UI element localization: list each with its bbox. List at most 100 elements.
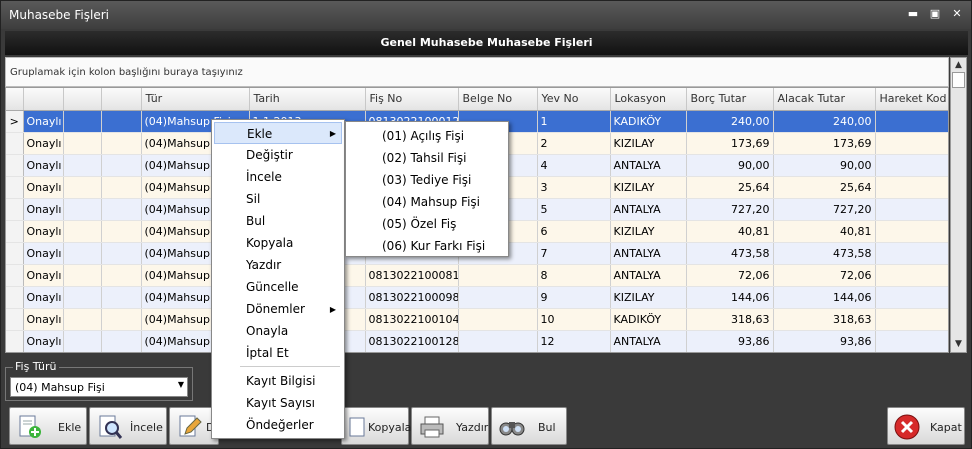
cell-empty[interactable] <box>63 242 102 265</box>
cell-ind[interactable] <box>6 264 24 287</box>
submenu-item[interactable]: (03) Tediye Fişi <box>348 169 506 191</box>
submenu-item[interactable]: (06) Kur Farkı Fişi <box>348 235 506 257</box>
context-menu-item[interactable]: Yazdır <box>214 254 342 276</box>
cell-alacak[interactable]: 318,63 <box>773 308 876 331</box>
column-header-0[interactable] <box>6 88 24 111</box>
cell-ind[interactable] <box>6 330 24 352</box>
table-row[interactable]: Onaylı (04)Mahsup Fi 0813022100081 8 ANTALYA… <box>6 264 948 287</box>
context-menu-item[interactable]: Kopyala <box>214 232 342 254</box>
cell-yev[interactable]: 1 <box>537 110 611 133</box>
column-header-5[interactable]: Tarih <box>249 88 366 111</box>
column-header-2[interactable] <box>63 88 102 111</box>
column-header-8[interactable]: Yev No <box>537 88 611 111</box>
cell-ind[interactable] <box>6 308 24 331</box>
cell-fisno[interactable]: 0813022100111 <box>365 352 458 353</box>
cell-empty[interactable] <box>875 242 948 265</box>
cell-status[interactable]: Onaylı <box>23 132 64 155</box>
cell-empty[interactable] <box>875 110 948 133</box>
cell-lok[interactable]: KADIKÖY <box>610 308 687 331</box>
cell-fisno[interactable]: 0813022100098 <box>365 286 459 309</box>
context-menu-item[interactable]: İptal Et <box>214 342 342 364</box>
cell-empty[interactable] <box>101 110 142 133</box>
cell-yev[interactable]: 4 <box>537 154 611 177</box>
column-header-7[interactable]: Belge No <box>458 88 538 111</box>
cell-status[interactable]: Onaylı <box>23 352 63 353</box>
cell-borc[interactable]: 173,69 <box>686 132 774 155</box>
cell-empty[interactable] <box>875 220 948 243</box>
ekle-button[interactable]: Ekle <box>9 407 87 445</box>
cell-alacak[interactable]: 40,81 <box>773 220 876 243</box>
cell-belge[interactable] <box>458 330 538 352</box>
context-menu-item[interactable]: Güncelle <box>214 276 342 298</box>
column-header-1[interactable] <box>23 88 64 111</box>
column-header-3[interactable] <box>101 88 142 111</box>
cell-alacak[interactable]: 727,20 <box>773 198 876 221</box>
cell-empty[interactable] <box>63 286 102 309</box>
incele-button[interactable]: İncele <box>89 407 167 445</box>
cell-empty[interactable] <box>63 308 102 331</box>
cell-alacak[interactable]: 240,00 <box>773 110 876 133</box>
cell-alacak[interactable]: 93,86 <box>773 330 876 352</box>
cell-alacak[interactable]: 25,64 <box>773 176 876 199</box>
cell-ind[interactable] <box>6 242 24 265</box>
cell-borc[interactable]: 929,07 <box>686 352 773 353</box>
cell-empty[interactable] <box>63 264 102 287</box>
cell-empty[interactable] <box>101 330 142 352</box>
cell-empty[interactable] <box>101 198 142 221</box>
cell-alacak[interactable]: 90,00 <box>773 154 876 177</box>
submenu-item[interactable]: (04) Mahsup Fişi <box>348 191 506 213</box>
cell-fisno[interactable]: 0813022100128 <box>365 330 459 352</box>
cell-ind[interactable] <box>6 198 24 221</box>
table-row[interactable]: Onaylı (04)Mahsup Fi 0813022100098 9 KIZILAY… <box>6 286 948 309</box>
column-header-12[interactable]: Hareket Kod <box>875 88 948 111</box>
context-menu-item[interactable]: Sil <box>214 188 342 210</box>
cell-lok[interactable]: ANTALYA <box>610 154 687 177</box>
minimize-icon[interactable]: ▬ <box>905 7 921 21</box>
cell-fisno[interactable]: 0813022100104 <box>365 308 459 331</box>
cell-belge[interactable] <box>458 264 538 287</box>
kapat-button[interactable]: Kapat <box>887 407 965 445</box>
cell-ind[interactable] <box>6 220 24 243</box>
cell-empty[interactable] <box>875 198 948 221</box>
cell-empty[interactable] <box>63 220 102 243</box>
cell-status[interactable]: Onaylı <box>23 198 64 221</box>
fis-turu-select[interactable]: (04) Mahsup Fişi ▼ <box>10 377 188 397</box>
cell-borc[interactable]: 25,64 <box>686 176 774 199</box>
cell-status[interactable]: Onaylı <box>23 330 64 352</box>
cell-belge[interactable] <box>458 352 537 353</box>
cell-borc[interactable]: 727,20 <box>686 198 774 221</box>
cell-empty[interactable] <box>101 176 142 199</box>
cell-borc[interactable]: 473,58 <box>686 242 774 265</box>
cell-yev[interactable]: 7 <box>537 242 611 265</box>
context-menu-item[interactable]: Değiştir <box>214 144 342 166</box>
context-menu-item[interactable]: Kayıt Bilgisi <box>214 370 342 392</box>
cell-ind[interactable] <box>6 286 24 309</box>
cell-yev[interactable]: 8 <box>537 264 611 287</box>
cell-alacak[interactable]: 72,06 <box>773 264 876 287</box>
cell-yev[interactable]: 12 <box>537 330 611 352</box>
cell-empty[interactable] <box>101 220 142 243</box>
cell-alacak[interactable]: 473,58 <box>773 242 876 265</box>
cell-yev[interactable]: 6 <box>537 220 611 243</box>
column-header-4[interactable]: Tür <box>141 88 250 111</box>
cell-lok[interactable]: KIZILAY <box>610 352 686 353</box>
cell-yev[interactable]: 2 <box>537 132 611 155</box>
cell-empty[interactable] <box>875 264 948 287</box>
cell-empty[interactable] <box>63 352 101 353</box>
column-header-6[interactable]: Fiş No <box>365 88 459 111</box>
cell-lok[interactable]: KIZILAY <box>610 176 687 199</box>
scroll-thumb[interactable] <box>952 72 965 88</box>
cell-empty[interactable] <box>63 110 102 133</box>
maximize-icon[interactable]: ▣ <box>927 7 943 21</box>
cell-borc[interactable]: 40,81 <box>686 220 774 243</box>
chevron-down-icon[interactable]: ▼ <box>178 380 184 389</box>
cell-empty[interactable] <box>101 352 141 353</box>
cell-lok[interactable]: ANTALYA <box>610 264 687 287</box>
cell-empty[interactable] <box>101 264 142 287</box>
cell-yev[interactable]: 5 <box>537 198 611 221</box>
submenu-item[interactable]: (02) Tahsil Fişi <box>348 147 506 169</box>
cell-status[interactable]: Onaylı <box>23 154 64 177</box>
cell-status[interactable]: Onaylı <box>23 110 64 133</box>
context-menu-item[interactable]: Ekle <box>214 122 342 144</box>
cell-status[interactable]: Onaylı <box>23 264 64 287</box>
